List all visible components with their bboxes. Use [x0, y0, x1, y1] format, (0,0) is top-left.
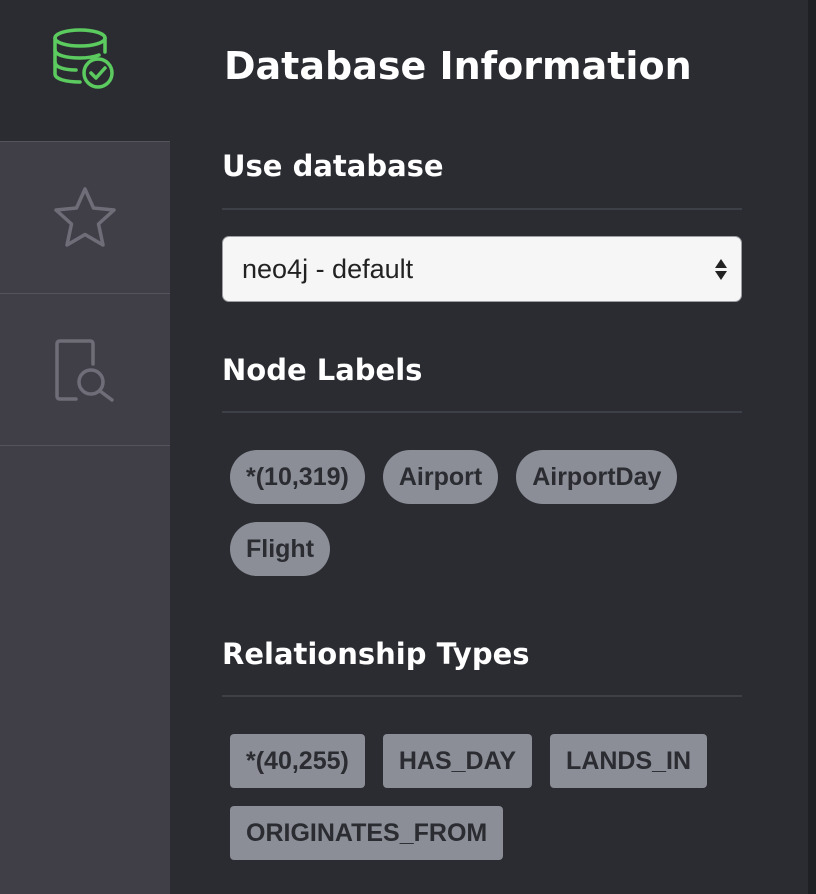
node-labels-heading: Node Labels — [222, 353, 423, 387]
sidebar-item-favorites[interactable] — [0, 141, 170, 293]
scrollbar-track[interactable] — [808, 0, 816, 894]
database-check-icon — [53, 27, 114, 89]
node-label-flight[interactable]: Flight — [230, 522, 331, 576]
sidebar-item-guides[interactable] — [0, 293, 170, 446]
sidebar-item-database[interactable] — [0, 0, 170, 141]
node-label-all[interactable]: *(10,319) — [230, 450, 365, 504]
relationship-type-lands-in[interactable]: LANDS_IN — [550, 734, 708, 788]
relationship-types-heading: Relationship Types — [222, 637, 530, 671]
divider — [222, 695, 742, 697]
database-select[interactable]: neo4j - default — [222, 236, 742, 302]
node-labels-list: *(10,319) Airport AirportDay Flight — [230, 450, 740, 576]
relationship-type-all[interactable]: *(40,255) — [230, 734, 365, 788]
panel-title: Database Information — [224, 44, 692, 88]
relationship-type-originates-from[interactable]: ORIGINATES_FROM — [230, 806, 504, 860]
star-icon — [54, 186, 116, 247]
relationship-types-list: *(40,255) HAS_DAY LANDS_IN ORIGINATES_FR… — [230, 734, 740, 860]
sidebar — [0, 0, 170, 894]
relationship-type-has-day[interactable]: HAS_DAY — [382, 734, 533, 788]
database-select-value: neo4j - default — [242, 253, 414, 284]
divider — [222, 411, 742, 413]
node-label-airportday[interactable]: AirportDay — [516, 450, 678, 504]
node-label-airport[interactable]: Airport — [382, 450, 499, 504]
select-arrows-icon — [715, 258, 727, 280]
use-database-heading: Use database — [222, 149, 444, 183]
divider — [222, 208, 742, 210]
document-search-icon — [55, 338, 114, 402]
